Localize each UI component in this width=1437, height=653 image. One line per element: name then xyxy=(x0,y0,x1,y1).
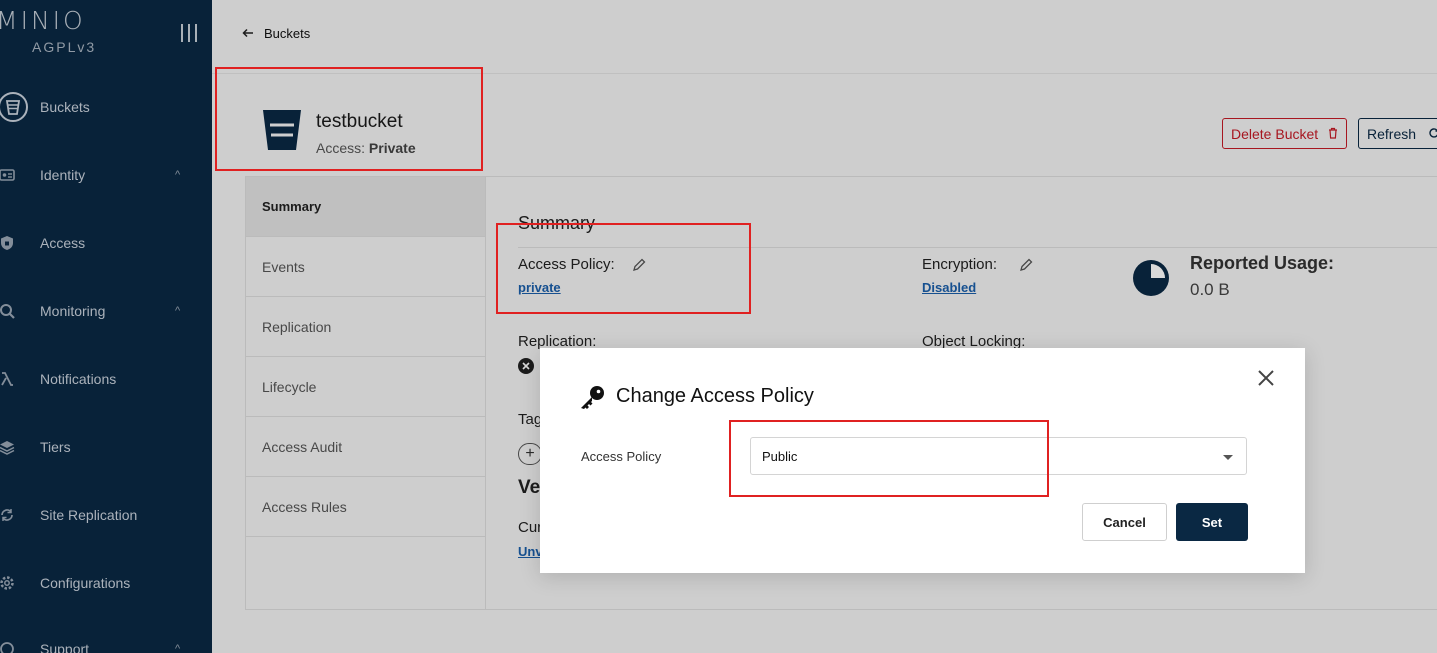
close-icon[interactable] xyxy=(1256,368,1276,388)
annotation-box-access-policy xyxy=(496,223,751,314)
access-policy-field-label: Access Policy xyxy=(581,449,662,464)
annotation-box-policy-select xyxy=(729,420,1049,497)
annotation-box-bucket-header xyxy=(215,67,483,171)
caret-down-icon xyxy=(1223,455,1233,460)
dialog-title: Change Access Policy xyxy=(616,385,814,407)
set-button[interactable]: Set xyxy=(1176,503,1248,541)
cancel-button[interactable]: Cancel xyxy=(1082,503,1167,541)
key-icon xyxy=(581,386,604,409)
